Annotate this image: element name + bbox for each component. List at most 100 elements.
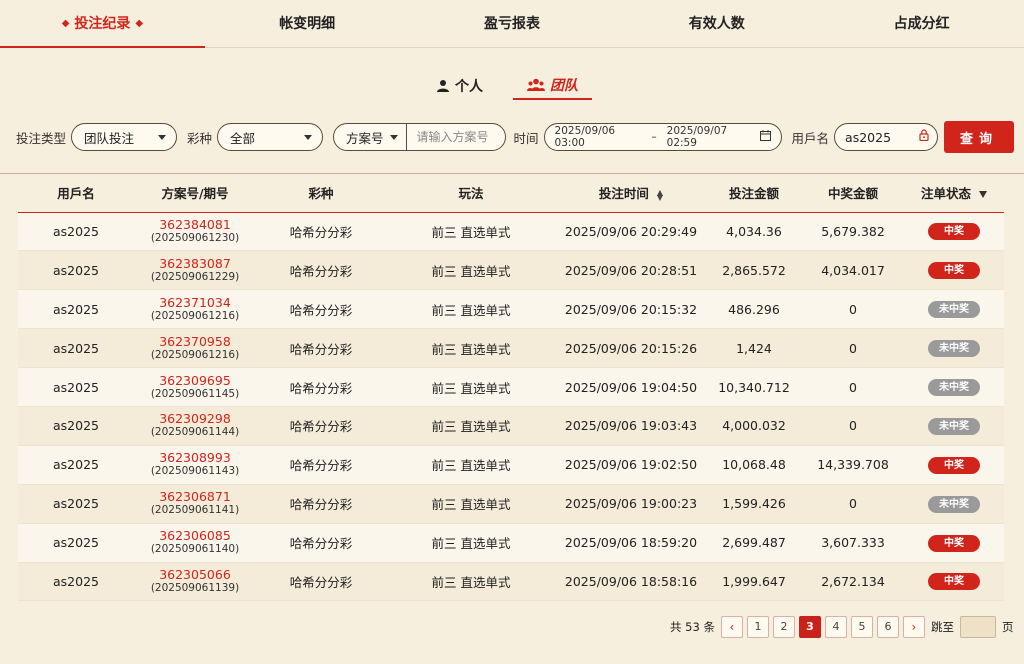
username-label: 用戶名 — [791, 130, 830, 146]
cell-username: as2025 — [18, 523, 134, 563]
sort-icon[interactable]: ▲ ▼ — [657, 188, 663, 201]
jump-page-input[interactable] — [959, 616, 996, 638]
page-button[interactable]: 4 — [824, 616, 847, 638]
tab-label: 帐变明细 — [279, 16, 336, 32]
lock-icon[interactable] — [919, 129, 929, 145]
scheme-number-link[interactable]: 362305066 — [134, 567, 256, 582]
bet-type-select[interactable]: 团队投注 — [71, 123, 178, 151]
tab-dividend[interactable]: 占成分红 — [819, 0, 1024, 47]
cell-status: 未中奖 — [904, 484, 1004, 524]
issue-number: (202509061140) — [150, 543, 240, 556]
filter-icon[interactable] — [979, 191, 987, 199]
scheme-search-group: 方案号 — [333, 123, 506, 151]
cell-scheme-issue: 362384081 (202509061230) — [134, 212, 256, 252]
date-separator: – — [651, 131, 657, 143]
bet-type-value: 团队投注 — [84, 130, 135, 146]
query-button[interactable]: 查询 — [944, 121, 1015, 153]
tab-bet-records[interactable]: ◆ 投注纪录 ◆ — [0, 0, 205, 48]
scheme-number-link[interactable]: 362306085 — [134, 529, 256, 543]
cell-status: 未中奖 — [904, 367, 1004, 407]
cell-status: 中奖 — [904, 250, 1004, 291]
scheme-number-link[interactable]: 362306871 — [134, 490, 256, 504]
table-row: as2025 362309298 (202509061144) 哈希分分彩 前三 直选单… — [18, 406, 1004, 446]
col-bet-time-label: 投注时间 — [598, 186, 649, 202]
cell-bet-time: 2025/09/06 20:29:49 — [556, 212, 706, 252]
page-button-current[interactable]: 3 — [798, 616, 821, 638]
cell-bet-amount: 10,068.48 — [706, 445, 802, 485]
table-row: as2025 362305066 (202509061139) 哈希分分彩 前三 直选单… — [18, 562, 1004, 602]
table-row: as2025 362383087 (202509061229) 哈希分分彩 前三 直选单… — [18, 250, 1004, 291]
cell-win-amount: 4,034.017 — [802, 250, 904, 291]
table-row: as2025 362308993 (202509061143) 哈希分分彩 前三 直选单… — [18, 445, 1004, 485]
scheme-number-link[interactable]: 362383087 — [134, 256, 256, 271]
col-bet-time[interactable]: 投注时间 ▲ ▼ — [556, 174, 706, 213]
date-range-picker[interactable]: 2025/09/06 03:00 – 2025/09/07 02:59 — [543, 123, 782, 151]
status-badge: 未中奖 — [928, 417, 980, 435]
cell-play: 前三 直选单式 — [386, 523, 556, 563]
next-page-button[interactable]: › — [902, 616, 925, 638]
cell-lottery: 哈希分分彩 — [256, 406, 386, 446]
cell-username: as2025 — [18, 562, 134, 602]
tab-account-changes[interactable]: 帐变明细 — [205, 0, 410, 47]
table-row: as2025 362306085 (202509061140) 哈希分分彩 前三 直选单… — [18, 523, 1004, 563]
mode-switch: 个人 团队 — [436, 72, 592, 100]
scheme-type-select[interactable]: 方案号 — [334, 124, 407, 150]
status-badge: 未中奖 — [928, 301, 980, 319]
col-username: 用戶名 — [18, 174, 134, 213]
cell-win-amount: 3,607.333 — [802, 523, 904, 563]
cell-play: 前三 直选单式 — [386, 406, 556, 446]
chevron-down-icon — [304, 134, 313, 140]
page-button[interactable]: 6 — [876, 616, 899, 638]
cell-bet-time: 2025/09/06 19:00:23 — [556, 484, 706, 524]
cell-play: 前三 直选单式 — [386, 562, 556, 602]
time-label: 时间 — [513, 130, 539, 146]
mode-team[interactable]: 团队 — [513, 72, 592, 100]
scheme-number-link[interactable]: 362370958 — [134, 334, 256, 349]
cell-play: 前三 直选单式 — [386, 484, 556, 524]
cell-scheme-issue: 362306085 (202509061140) — [134, 523, 256, 563]
cell-username: as2025 — [18, 328, 134, 369]
team-icon — [527, 78, 545, 92]
page-button[interactable]: 2 — [772, 616, 795, 638]
page-button[interactable]: 5 — [850, 616, 873, 638]
filter-bar: 投注类型 团队投注 彩种 全部 方案号 时间 2025/09/06 03:00 … — [16, 121, 1015, 153]
bet-records-table: 用戶名 方案号/期号 彩种 玩法 投注时间 ▲ ▼ 投注金额 中奖金额 注单状态 a… — [18, 174, 1004, 602]
cell-scheme-issue: 362308993 (202509061143) — [134, 445, 256, 485]
tab-profit-report[interactable]: 盈亏报表 — [410, 0, 615, 47]
col-status[interactable]: 注单状态 — [904, 174, 1004, 213]
cell-username: as2025 — [18, 367, 134, 407]
calendar-icon — [759, 130, 771, 144]
scheme-number-input[interactable] — [406, 124, 505, 150]
cell-bet-amount: 10,340.712 — [706, 367, 802, 407]
cell-win-amount: 0 — [802, 367, 904, 407]
col-status-label: 注单状态 — [920, 186, 971, 202]
prev-page-button[interactable]: ‹ — [720, 616, 743, 638]
status-badge: 未中奖 — [928, 495, 980, 513]
cell-bet-amount: 1,424 — [706, 328, 802, 369]
cell-status: 中奖 — [904, 212, 1004, 252]
scheme-number-link[interactable]: 362371034 — [134, 295, 256, 310]
col-scheme-issue: 方案号/期号 — [134, 174, 256, 213]
table-row: as2025 362370958 (202509061216) 哈希分分彩 前三 直选单… — [18, 328, 1004, 369]
lottery-value: 全部 — [230, 130, 256, 146]
cell-lottery: 哈希分分彩 — [256, 484, 386, 524]
cell-win-amount: 0 — [802, 406, 904, 446]
scheme-number-link[interactable]: 362308993 — [134, 451, 256, 465]
scheme-number-link[interactable]: 362309298 — [134, 412, 256, 426]
tab-dot-right-icon: ◆ — [135, 18, 144, 29]
tab-active-users[interactable]: 有效人数 — [614, 0, 819, 47]
username-input[interactable] — [845, 129, 916, 145]
cell-bet-time: 2025/09/06 18:58:16 — [556, 562, 706, 602]
page-button[interactable]: 1 — [746, 616, 769, 638]
scheme-number-link[interactable]: 362384081 — [134, 217, 256, 232]
mode-personal[interactable]: 个人 — [436, 72, 483, 100]
cell-play: 前三 直选单式 — [386, 328, 556, 369]
cell-win-amount: 5,679.382 — [802, 212, 904, 252]
cell-play: 前三 直选单式 — [386, 445, 556, 485]
issue-number: (202509061216) — [150, 309, 240, 322]
cell-scheme-issue: 362309298 (202509061144) — [134, 406, 256, 446]
lottery-select[interactable]: 全部 — [217, 123, 324, 151]
col-lottery: 彩种 — [256, 174, 386, 213]
scheme-number-link[interactable]: 362309695 — [134, 373, 256, 388]
status-badge: 中奖 — [928, 456, 980, 474]
